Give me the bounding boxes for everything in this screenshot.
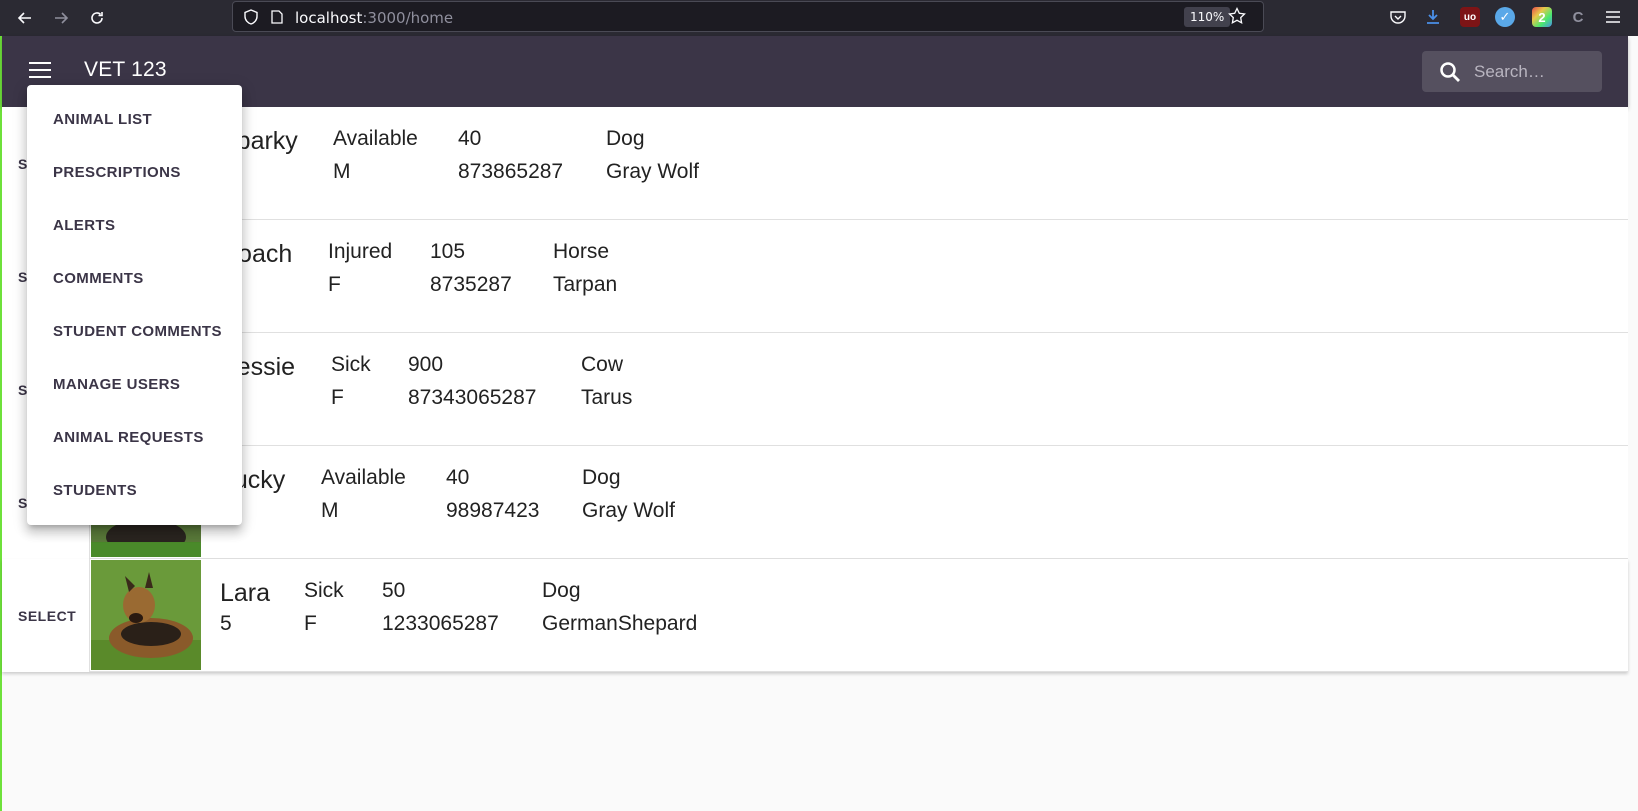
animal-species: Dog <box>582 466 621 489</box>
menu-item-alerts[interactable]: ALERTS <box>27 199 242 252</box>
animal-row: SELECT Lucky Available M 40 98987423 Dog… <box>2 446 1628 559</box>
animal-tattoo: 873865287 <box>458 160 564 183</box>
animal-weight: 105 <box>430 240 466 263</box>
menu-item-manage-users[interactable]: MANAGE USERS <box>27 358 242 411</box>
animal-sex: F <box>304 612 317 635</box>
zoom-badge[interactable]: 110% <box>1184 7 1231 27</box>
animal-status: Sick <box>304 579 344 602</box>
animal-breed: Tarus <box>581 386 633 409</box>
nav-menu: ANIMAL LIST PRESCRIPTIONS ALERTS COMMENT… <box>27 85 242 525</box>
animal-row: SELECT Lara 5 Sick F 50 1233065287 Dog G… <box>2 559 1628 672</box>
app-menu-icon[interactable] <box>1603 7 1623 27</box>
hamburger-menu-icon[interactable] <box>29 62 51 80</box>
ublock-icon[interactable]: uo <box>1460 7 1480 27</box>
animal-age: 5 <box>220 612 232 635</box>
menu-item-comments[interactable]: COMMENTS <box>27 252 242 305</box>
bookmark-star-icon[interactable] <box>1228 6 1246 30</box>
animal-breed: Gray Wolf <box>582 499 675 522</box>
animal-sex: M <box>321 499 339 522</box>
animal-breed: GermanShepard <box>542 612 698 635</box>
back-icon[interactable] <box>12 5 38 31</box>
search-input[interactable] <box>1474 51 1594 92</box>
animal-weight: 40 <box>446 466 470 489</box>
animal-weight: 900 <box>408 353 444 376</box>
animal-photo <box>91 560 201 670</box>
animal-row: SELECT Bessie Sick F 900 87343065287 Cow… <box>2 333 1628 446</box>
animal-row: SELECT Roach Injured F 105 8735287 Horse… <box>2 220 1628 333</box>
animal-weight: 40 <box>458 127 482 150</box>
animal-breed: Gray Wolf <box>606 160 699 183</box>
menu-item-prescriptions[interactable]: PRESCRIPTIONS <box>27 146 242 199</box>
animal-tattoo: 87343065287 <box>408 386 537 409</box>
animal-status: Sick <box>331 353 371 376</box>
animal-tattoo: 8735287 <box>430 273 512 296</box>
app-bar: VET 123 <box>2 36 1628 107</box>
shield-icon[interactable] <box>243 9 259 25</box>
animal-list: SELECT Sparky Available M 40 873865287 D… <box>2 107 1628 672</box>
animal-breed: Tarpan <box>553 273 618 296</box>
animal-sex: M <box>333 160 351 183</box>
pocket-icon[interactable] <box>1388 7 1408 27</box>
url-bar[interactable]: localhost:3000/home 110% <box>232 1 1264 32</box>
forward-icon[interactable] <box>48 5 74 31</box>
browser-toolbar: localhost:3000/home 110% uo ✓ 2 C <box>0 0 1638 36</box>
search-box[interactable] <box>1422 51 1602 92</box>
animal-row: SELECT Sparky Available M 40 873865287 D… <box>2 107 1628 220</box>
search-icon <box>1438 60 1462 84</box>
extension-ci-icon[interactable]: C <box>1568 7 1588 27</box>
menu-item-student-comments[interactable]: STUDENT COMMENTS <box>27 305 242 358</box>
animal-name: Lara <box>220 579 271 607</box>
url-text[interactable]: localhost:3000/home <box>295 9 453 27</box>
menu-item-animal-requests[interactable]: ANIMAL REQUESTS <box>27 411 242 464</box>
extension-feather-icon[interactable]: ✓ <box>1495 7 1515 27</box>
animal-status: Available <box>333 127 418 150</box>
animal-tattoo: 98987423 <box>446 499 540 522</box>
animal-sex: F <box>328 273 341 296</box>
reload-icon[interactable] <box>84 5 110 31</box>
menu-item-students[interactable]: STUDENTS <box>27 464 242 517</box>
page-icon <box>269 9 285 25</box>
animal-tattoo: 1233065287 <box>382 612 499 635</box>
animal-species: Dog <box>542 579 581 602</box>
animal-sex: F <box>331 386 344 409</box>
animal-status: Available <box>321 466 406 489</box>
animal-species: Cow <box>581 353 624 376</box>
extension-two-icon[interactable]: 2 <box>1532 7 1552 27</box>
download-icon[interactable] <box>1423 7 1443 27</box>
menu-item-animal-list[interactable]: ANIMAL LIST <box>27 93 242 146</box>
animal-weight: 50 <box>382 579 406 602</box>
app-title: VET 123 <box>84 58 167 81</box>
animal-species: Dog <box>606 127 645 150</box>
select-button[interactable]: SELECT <box>2 559 90 672</box>
animal-species: Horse <box>553 240 610 263</box>
animal-status: Injured <box>328 240 393 263</box>
